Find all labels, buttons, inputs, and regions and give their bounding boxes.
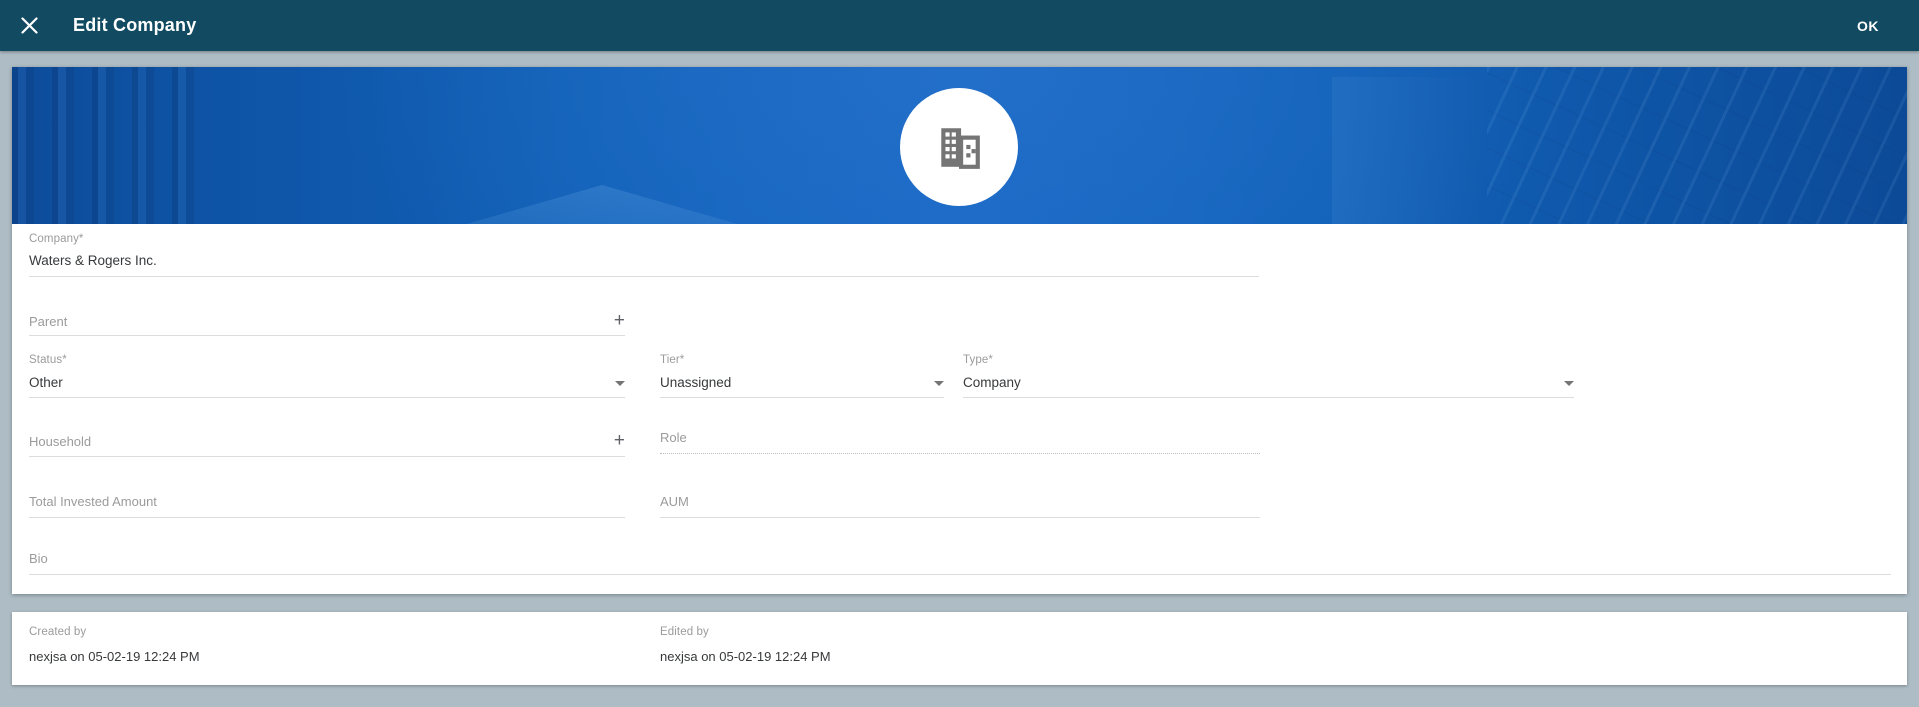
role-label: Role — [660, 430, 687, 446]
building-icon — [934, 122, 984, 172]
bio-label: Bio — [29, 551, 48, 567]
banner-building-left — [12, 67, 212, 224]
tier-field[interactable]: Tier* Unassigned — [660, 354, 944, 398]
parent-field[interactable]: Parent + — [29, 314, 625, 336]
status-label: Status* — [29, 354, 625, 367]
add-parent-icon[interactable]: + — [614, 314, 625, 328]
household-field[interactable]: Household + — [29, 434, 625, 457]
created-by-label: Created by — [29, 626, 200, 639]
dialog-title: Edit Company — [73, 15, 196, 36]
company-input[interactable]: Waters & Rogers Inc. — [29, 252, 157, 269]
banner-building-mid — [1332, 77, 1482, 224]
role-field: Role — [660, 430, 1260, 454]
parent-label: Parent — [29, 314, 67, 330]
tier-select-value[interactable]: Unassigned — [660, 374, 731, 391]
tier-dropdown-icon[interactable] — [934, 381, 944, 386]
edited-by-label: Edited by — [660, 626, 831, 639]
type-dropdown-icon[interactable] — [1564, 381, 1574, 386]
edited-by: Edited by nexjsa on 05-02-19 12:24 PM — [660, 626, 831, 665]
total-invested-amount-field[interactable]: Total Invested Amount — [29, 494, 625, 518]
company-field[interactable]: Company* Waters & Rogers Inc. — [29, 233, 1259, 277]
banner-building-right — [1487, 67, 1907, 224]
ok-button[interactable]: OK — [1851, 0, 1885, 51]
company-avatar[interactable] — [900, 88, 1018, 206]
type-select-value[interactable]: Company — [963, 374, 1021, 391]
company-label: Company* — [29, 233, 1259, 246]
type-label: Type* — [963, 354, 1574, 367]
close-icon[interactable] — [18, 15, 40, 37]
tier-label: Tier* — [660, 354, 944, 367]
banner-building-roof — [392, 185, 812, 224]
dialog-titlebar: Edit Company OK — [0, 0, 1919, 51]
company-banner — [12, 67, 1907, 224]
status-field[interactable]: Status* Other — [29, 354, 625, 398]
audit-info-card: Created by nexjsa on 05-02-19 12:24 PM E… — [12, 612, 1907, 685]
status-select-value[interactable]: Other — [29, 374, 63, 391]
created-by-value: nexjsa on 05-02-19 12:24 PM — [29, 648, 200, 665]
aum-field[interactable]: AUM — [660, 494, 1260, 518]
aum-label: AUM — [660, 494, 689, 510]
add-household-icon[interactable]: + — [614, 434, 625, 448]
bio-field[interactable]: Bio — [29, 551, 1891, 575]
total-invested-amount-label: Total Invested Amount — [29, 494, 157, 510]
created-by: Created by nexjsa on 05-02-19 12:24 PM — [29, 626, 200, 665]
edited-by-value: nexjsa on 05-02-19 12:24 PM — [660, 648, 831, 665]
status-dropdown-icon[interactable] — [615, 381, 625, 386]
household-label: Household — [29, 434, 91, 450]
edit-company-card: Company* Waters & Rogers Inc. Parent + S… — [12, 67, 1907, 594]
type-field[interactable]: Type* Company — [963, 354, 1574, 398]
